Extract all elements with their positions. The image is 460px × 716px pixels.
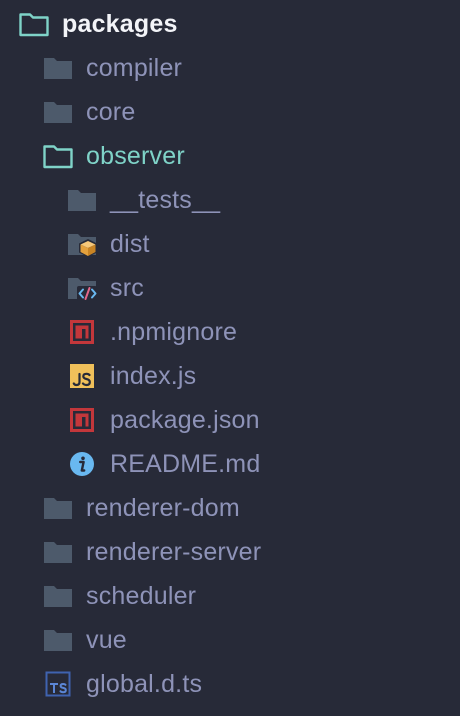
tree-item-observer[interactable]: observer (0, 136, 460, 176)
tree-item-label: observer (86, 142, 185, 170)
tree-item-label: index.js (110, 362, 197, 390)
tree-item-label: package.json (110, 406, 260, 434)
tree-item-label: dist (110, 230, 150, 258)
folder-icon (42, 494, 74, 522)
javascript-icon (68, 362, 100, 390)
tree-item-label: renderer-server (86, 538, 262, 566)
typescript-icon (44, 670, 76, 698)
tree-item-index-js[interactable]: index.js (0, 356, 460, 396)
npm-icon (68, 318, 100, 346)
tree-item-src[interactable]: src (0, 268, 460, 308)
folder-src-icon (66, 274, 98, 302)
folder-icon (42, 582, 74, 610)
tree-item-compiler[interactable]: compiler (0, 48, 460, 88)
tree-item-label: core (86, 98, 136, 126)
tree-item-label: README.md (110, 450, 261, 478)
tree-item-dist[interactable]: dist (0, 224, 460, 264)
tree-item-label: src (110, 274, 144, 302)
info-icon (68, 450, 100, 478)
tree-item-label: scheduler (86, 582, 197, 610)
folder-icon (42, 54, 74, 82)
npm-icon (68, 406, 100, 434)
tree-item-tests[interactable]: __tests__ (0, 180, 460, 220)
tree-item-npmignore[interactable]: .npmignore (0, 312, 460, 352)
tree-item-scheduler[interactable]: scheduler (0, 576, 460, 616)
tree-item-label: packages (62, 10, 178, 38)
folder-icon (42, 626, 74, 654)
tree-item-readme[interactable]: README.md (0, 444, 460, 484)
tree-item-label: __tests__ (110, 186, 221, 214)
folder-dist-icon (66, 230, 98, 258)
tree-item-label: compiler (86, 54, 183, 82)
folder-icon (66, 186, 98, 214)
tree-item-label: .npmignore (110, 318, 238, 346)
folder-open-icon (42, 142, 74, 170)
folder-icon (42, 538, 74, 566)
tree-item-renderer-server[interactable]: renderer-server (0, 532, 460, 572)
tree-item-packages[interactable]: packages (0, 4, 460, 44)
tree-item-label: global.d.ts (86, 670, 203, 698)
tree-item-renderer-dom[interactable]: renderer-dom (0, 488, 460, 528)
tree-item-package-json[interactable]: package.json (0, 400, 460, 440)
tree-item-core[interactable]: core (0, 92, 460, 132)
folder-icon (42, 98, 74, 126)
tree-item-label: vue (86, 626, 127, 654)
tree-item-label: renderer-dom (86, 494, 240, 522)
tree-item-vue[interactable]: vue (0, 620, 460, 660)
folder-open-icon (18, 10, 50, 38)
tree-item-global-d-ts[interactable]: global.d.ts (0, 664, 460, 704)
file-explorer-tree: packages compiler core observer __tests_… (0, 0, 460, 716)
